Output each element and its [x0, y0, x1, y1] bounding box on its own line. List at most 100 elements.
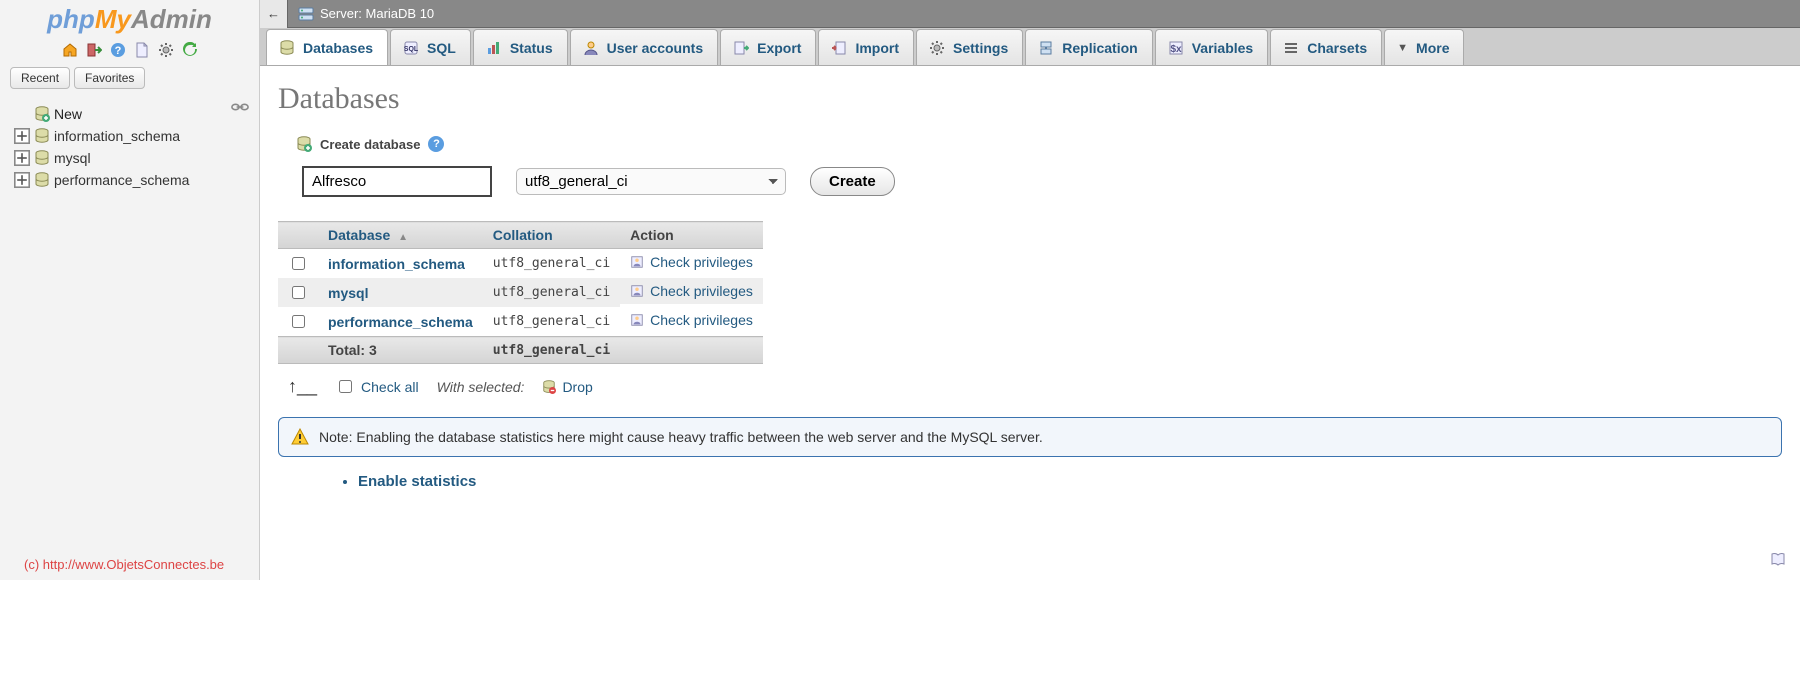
server-label: Server: MariaDB 10 [320, 6, 434, 21]
drop-icon [542, 380, 556, 394]
caret-down-icon: ▼ [1397, 42, 1408, 54]
col-collation[interactable]: Collation [483, 222, 620, 249]
reload-icon[interactable] [181, 41, 199, 59]
import-icon [831, 40, 847, 56]
check-privileges-link[interactable]: Check privileges [650, 283, 753, 299]
database-table: Database ▲ Collation Action information_… [278, 221, 763, 364]
row-checkbox[interactable] [292, 286, 305, 299]
tab-label: Settings [953, 40, 1008, 56]
check-all-checkbox[interactable] [339, 380, 352, 393]
db-name-input[interactable] [302, 166, 492, 197]
help-icon[interactable]: ? [428, 136, 444, 152]
col-action: Action [620, 222, 763, 249]
table-row: information_schema utf8_general_ci Check… [278, 249, 763, 279]
back-button[interactable]: ← [260, 0, 288, 28]
tab-label: Variables [1192, 40, 1254, 56]
row-checkbox[interactable] [292, 257, 305, 270]
export-icon [733, 40, 749, 56]
charsets-icon [1283, 40, 1299, 56]
db-link[interactable]: mysql [328, 285, 368, 301]
collation-cell: utf8_general_ci [483, 249, 620, 279]
sidebar-icon-row [6, 41, 253, 59]
top-tabs: Databases SQL Status User accounts Expor… [260, 28, 1800, 66]
tree-db-mysql[interactable]: mysql [6, 147, 253, 169]
phpmyadmin-logo: phpMyAdmin [6, 4, 253, 35]
new-db-icon [296, 136, 312, 152]
drop-button[interactable]: Drop [542, 379, 592, 395]
check-all-link[interactable]: Check all [361, 379, 419, 395]
tab-label: User accounts [607, 40, 703, 56]
row-checkbox[interactable] [292, 315, 305, 328]
sidebar-tab-favorites[interactable]: Favorites [74, 67, 145, 89]
status-icon [486, 40, 502, 56]
tab-charsets[interactable]: Charsets [1270, 29, 1382, 65]
tab-label: More [1416, 40, 1449, 56]
gear-icon [929, 40, 945, 56]
tree-db-label: mysql [54, 150, 91, 166]
create-button[interactable]: Create [810, 167, 895, 196]
with-selected-label: With selected: [437, 379, 525, 395]
help-icon[interactable] [109, 41, 127, 59]
tab-user-accounts[interactable]: User accounts [570, 29, 718, 65]
collation-select[interactable]: utf8_general_ci [516, 168, 786, 195]
tree-db-label: information_schema [54, 128, 180, 144]
tab-sql[interactable]: SQL [390, 29, 471, 65]
tab-label: Databases [303, 40, 373, 56]
tab-import[interactable]: Import [818, 29, 914, 65]
users-icon [583, 40, 599, 56]
warning-icon [291, 428, 309, 446]
link-panels-icon[interactable] [231, 100, 249, 115]
col-checkbox [278, 222, 318, 249]
check-privileges-link[interactable]: Check privileges [650, 254, 753, 270]
tree-db-label: performance_schema [54, 172, 189, 188]
bookmark-icon[interactable] [1770, 551, 1786, 570]
tab-databases[interactable]: Databases [266, 29, 388, 65]
enable-statistics-link[interactable]: Enable statistics [358, 473, 476, 490]
create-db-label: Create database [320, 137, 420, 152]
tab-label: Replication [1062, 40, 1137, 56]
statistics-note: Note: Enabling the database statistics h… [278, 417, 1782, 457]
docs-icon[interactable] [133, 41, 151, 59]
tree-db-information-schema[interactable]: information_schema [6, 125, 253, 147]
create-db-form: utf8_general_ci Create [302, 166, 1782, 197]
tab-variables[interactable]: Variables [1155, 29, 1269, 65]
tab-label: Status [510, 40, 553, 56]
main: ← Server: MariaDB 10 Databases SQL Statu… [260, 0, 1800, 580]
tab-settings[interactable]: Settings [916, 29, 1023, 65]
table-row: mysql utf8_general_ci Check privileges [278, 278, 763, 307]
check-privileges-link[interactable]: Check privileges [650, 312, 753, 328]
sql-icon [403, 40, 419, 56]
page-title: Databases [278, 82, 1782, 116]
total-label: Total: 3 [318, 337, 483, 364]
drop-label: Drop [562, 379, 592, 395]
tab-status[interactable]: Status [473, 29, 568, 65]
tab-export[interactable]: Export [720, 29, 816, 65]
tab-replication[interactable]: Replication [1025, 29, 1152, 65]
privileges-icon [630, 313, 644, 327]
sidebar-tab-recent[interactable]: Recent [10, 67, 70, 89]
settings-icon[interactable] [157, 41, 175, 59]
logo-part-admin: Admin [131, 4, 212, 34]
tab-label: Export [757, 40, 801, 56]
db-link[interactable]: performance_schema [328, 314, 473, 330]
total-collation: utf8_general_ci [483, 337, 620, 364]
note-text: Note: Enabling the database statistics h… [319, 429, 1043, 445]
bulk-actions: ↑__ Check all With selected: Drop [288, 376, 1782, 397]
table-row: performance_schema utf8_general_ci Check… [278, 307, 763, 337]
variables-icon [1168, 40, 1184, 56]
replication-icon [1038, 40, 1054, 56]
privileges-icon [630, 255, 644, 269]
tab-label: SQL [427, 40, 456, 56]
db-link[interactable]: information_schema [328, 256, 465, 272]
privileges-icon [630, 284, 644, 298]
sidebar: phpMyAdmin Recent Favorites New in [0, 0, 260, 580]
attribution-link[interactable]: (c) http://www.ObjetsConnectes.be [24, 557, 224, 572]
tab-label: Import [855, 40, 899, 56]
logout-icon[interactable] [85, 41, 103, 59]
collation-cell: utf8_general_ci [483, 278, 620, 307]
col-database[interactable]: Database ▲ [318, 222, 483, 249]
tree-db-performance-schema[interactable]: performance_schema [6, 169, 253, 191]
home-icon[interactable] [61, 41, 79, 59]
tab-more[interactable]: ▼ More [1384, 29, 1464, 65]
tree-new-db[interactable]: New [6, 103, 253, 125]
